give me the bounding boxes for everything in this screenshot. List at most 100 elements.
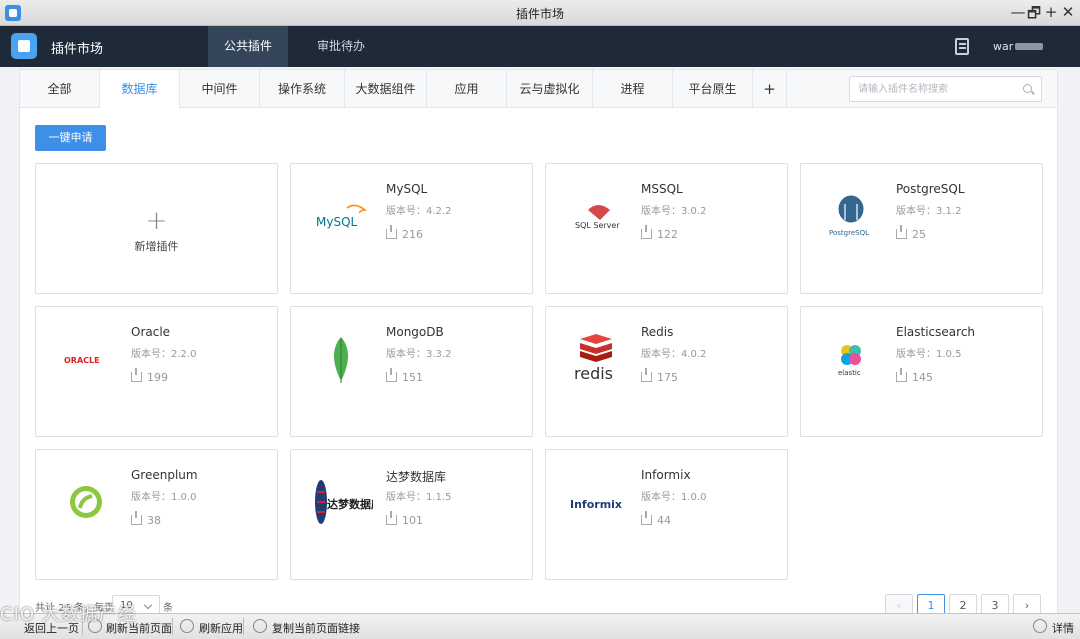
download-count: 175 xyxy=(641,368,678,384)
plugin-search xyxy=(849,76,1042,102)
dameng-logo-icon: 达梦数据库 xyxy=(313,476,382,528)
plugin-name: Elasticsearch xyxy=(896,325,976,339)
plugin-version: 版本号：1.0.0 xyxy=(131,492,197,503)
tab-public-plugins[interactable]: 公共插件 xyxy=(208,26,288,67)
plugin-name: PostgreSQL xyxy=(896,182,965,196)
info-icon[interactable] xyxy=(1033,619,1047,633)
one-click-apply-button[interactable]: 一键申请 xyxy=(35,125,106,151)
plugin-version: 版本号：3.3.2 xyxy=(386,349,452,360)
tab-database[interactable]: 数据库 xyxy=(100,70,180,109)
details-button[interactable]: 详情 xyxy=(1052,620,1074,636)
top-navigation: 插件市场 公共插件 审批待办 war xyxy=(0,26,1080,67)
mongodb-leaf-icon xyxy=(313,333,373,385)
plugin-card-mysql[interactable]: MySQL MySQL 版本号：4.2.2 216 xyxy=(290,163,533,294)
download-icon xyxy=(641,368,652,382)
refresh-app-icon[interactable] xyxy=(180,619,194,633)
plugin-card-elasticsearch[interactable]: elastic Elasticsearch 版本号：1.0.5 145 xyxy=(800,306,1043,437)
minimize-icon[interactable]: — xyxy=(1010,3,1026,21)
plugin-version: 版本号：2.2.0 xyxy=(131,349,197,360)
plugin-name: Redis xyxy=(641,325,674,339)
mysql-logo-icon: MySQL xyxy=(313,190,373,242)
download-count: 25 xyxy=(896,225,926,241)
plugin-card-postgresql[interactable]: PostgreSQL PostgreSQL 版本号：3.1.2 25 xyxy=(800,163,1043,294)
download-count: 38 xyxy=(131,511,161,527)
separator xyxy=(243,618,244,635)
add-tab-button[interactable]: + xyxy=(753,70,787,108)
download-count: 216 xyxy=(386,225,423,241)
tab-approval-pending[interactable]: 审批待办 xyxy=(299,26,383,67)
tab-platform-native[interactable]: 平台原生 xyxy=(673,70,753,108)
plugin-name: Oracle xyxy=(131,325,171,339)
sql-server-logo-icon: SQL Server xyxy=(568,190,628,242)
postgresql-logo-icon: PostgreSQL xyxy=(823,190,883,242)
document-icon[interactable] xyxy=(955,38,969,55)
plugin-name: MySQL xyxy=(386,182,428,196)
plugin-card-mssql[interactable]: SQL Server MSSQL 版本号：3.0.2 122 xyxy=(545,163,788,294)
download-count: 199 xyxy=(131,368,168,384)
svg-text:SQL Server: SQL Server xyxy=(575,221,620,230)
tab-process[interactable]: 进程 xyxy=(593,70,673,108)
plugin-version: 版本号：3.0.2 xyxy=(641,206,707,217)
plugin-version: 版本号：4.2.2 xyxy=(386,206,452,217)
close-icon[interactable]: ✕ xyxy=(1060,3,1076,21)
download-count: 122 xyxy=(641,225,678,241)
search-icon[interactable] xyxy=(1023,84,1032,93)
plugin-card-informix[interactable]: Informix Informix 版本号：1.0.0 44 xyxy=(545,449,788,580)
add-plugin-label: 新增插件 xyxy=(134,240,179,253)
download-icon xyxy=(896,368,907,382)
download-icon xyxy=(896,225,907,239)
tab-applications[interactable]: 应用 xyxy=(427,70,507,108)
plugin-card-mongodb[interactable]: MongoDB 版本号：3.3.2 151 xyxy=(290,306,533,437)
download-count: 101 xyxy=(386,511,423,527)
plugin-card-dameng[interactable]: 达梦数据库 达梦数据库 版本号：1.1.5 101 xyxy=(290,449,533,580)
informix-logo-icon: Informix xyxy=(568,476,628,528)
copy-link-button[interactable]: 复制当前页面链接 xyxy=(272,620,360,636)
plugin-name: MongoDB xyxy=(386,325,444,339)
tab-bigdata-components[interactable]: 大数据组件 xyxy=(345,70,427,108)
plugin-card-redis[interactable]: redis Redis 版本号：4.0.2 175 xyxy=(545,306,788,437)
download-icon xyxy=(641,511,652,525)
download-icon xyxy=(386,368,397,382)
download-icon xyxy=(641,225,652,239)
category-tabs: 全部 数据库 中间件 操作系统 大数据组件 应用 云与虚拟化 进程 平台原生 + xyxy=(20,70,1057,109)
oracle-logo-icon: ORACLE xyxy=(58,333,118,385)
plugin-market-logo-icon[interactable] xyxy=(11,33,37,59)
app-name: 插件市场 xyxy=(51,42,104,57)
tab-operating-system[interactable]: 操作系统 xyxy=(260,70,345,108)
user-name-mask xyxy=(1015,43,1043,50)
plugin-version: 版本号：1.0.0 xyxy=(641,492,707,503)
copy-link-icon[interactable] xyxy=(253,619,267,633)
user-name[interactable]: war xyxy=(993,40,1013,53)
download-icon xyxy=(131,511,142,525)
redis-logo-icon: redis xyxy=(568,333,628,385)
plugin-name: Informix xyxy=(641,468,691,482)
refresh-app-button[interactable]: 刷新应用 xyxy=(199,620,243,636)
svg-text:Informix: Informix xyxy=(570,498,622,511)
plugin-name: Greenplum xyxy=(131,468,198,482)
plugin-version: 版本号：4.0.2 xyxy=(641,349,707,360)
watermark: CIO 大数据产经 xyxy=(0,604,137,625)
tab-cloud-virtualization[interactable]: 云与虚拟化 xyxy=(507,70,593,108)
greenplum-logo-icon xyxy=(58,476,118,528)
add-plugin-card[interactable]: + 新增插件 xyxy=(35,163,278,294)
download-icon xyxy=(131,368,142,382)
new-window-icon[interactable]: + xyxy=(1043,3,1059,21)
restore-icon[interactable]: 🗗 xyxy=(1026,3,1042,28)
plugin-name: MSSQL xyxy=(641,182,683,196)
svg-text:ORACLE: ORACLE xyxy=(64,356,100,365)
svg-text:redis: redis xyxy=(574,364,613,383)
download-count: 151 xyxy=(386,368,423,384)
search-input[interactable] xyxy=(858,81,1018,97)
window-title: 插件市场 xyxy=(515,7,564,21)
plugin-card-oracle[interactable]: ORACLE Oracle 版本号：2.2.0 199 xyxy=(35,306,278,437)
svg-text:elastic: elastic xyxy=(838,369,861,377)
tab-all[interactable]: 全部 xyxy=(20,70,100,108)
download-icon xyxy=(386,511,397,525)
page-size-unit: 条 xyxy=(163,603,173,614)
plugin-version: 版本号：1.0.5 xyxy=(896,349,962,360)
plugin-card-greenplum[interactable]: Greenplum 版本号：1.0.0 38 xyxy=(35,449,278,580)
separator xyxy=(172,618,173,635)
plugin-version: 版本号：3.1.2 xyxy=(896,206,962,217)
plugin-name: 达梦数据库 xyxy=(386,470,447,484)
tab-middleware[interactable]: 中间件 xyxy=(180,70,260,108)
